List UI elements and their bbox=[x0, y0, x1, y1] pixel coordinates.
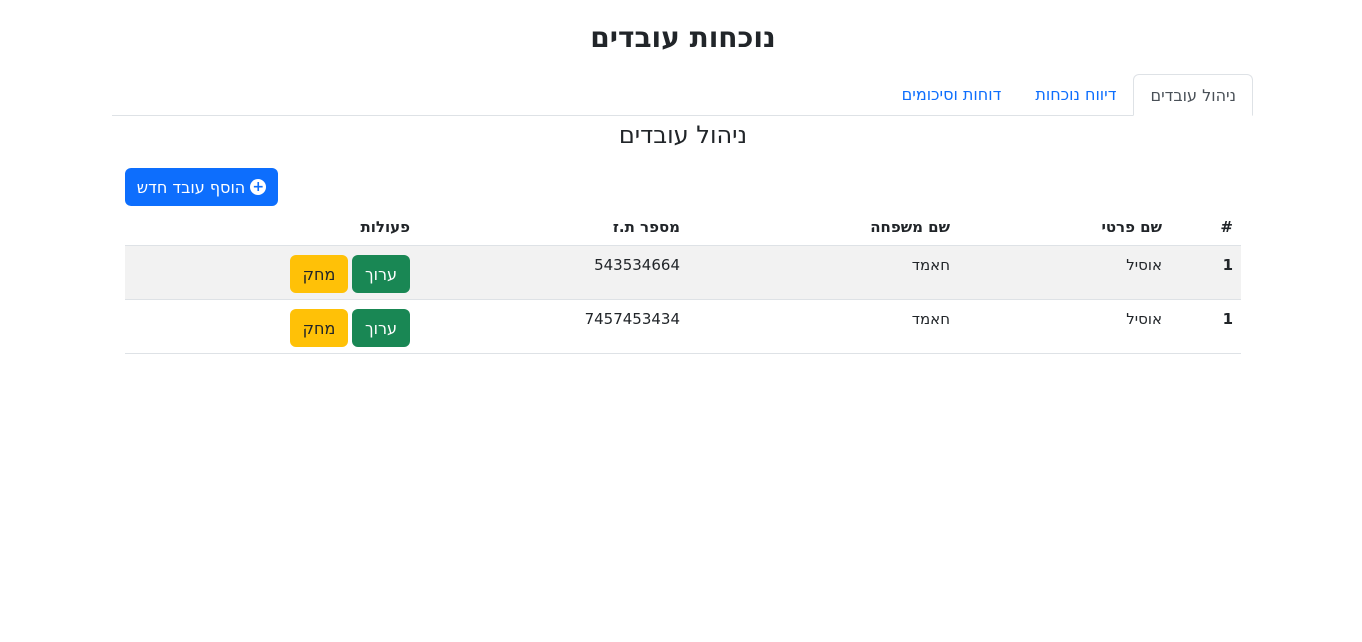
header-actions: פעולות bbox=[125, 209, 418, 246]
tab-employee-management[interactable]: ניהול עובדים bbox=[1133, 74, 1253, 116]
add-employee-label: הוסף עובד חדש bbox=[136, 177, 246, 197]
tab-bar: ניהול עובדים דיווח נוכחות דוחות וסיכומים bbox=[112, 74, 1253, 116]
plus-circle-icon: + bbox=[250, 179, 267, 195]
edit-button[interactable]: ערוך bbox=[352, 255, 410, 293]
header-last-name: שם משפחה bbox=[688, 209, 958, 246]
header-first-name: שם פרטי bbox=[958, 209, 1170, 246]
table-row: 1 אוסיל חאמד 543534664 ערוך מחק bbox=[125, 245, 1241, 300]
cell-id-number: 7457453434 bbox=[418, 299, 688, 354]
section-title: ניהול עובדים bbox=[618, 121, 748, 149]
cell-num: 1 bbox=[1170, 299, 1241, 354]
page-title: נוכחות עובדים bbox=[590, 21, 776, 54]
employees-table: # שם פרטי שם משפחה מספר ת.ז פעולות 1 אוס… bbox=[125, 209, 1241, 354]
cell-first-name: אוסיל bbox=[958, 245, 1170, 300]
tab-attendance-report[interactable]: דיווח נוכחות bbox=[1018, 74, 1133, 115]
page: נוכחות עובדים ניהול עובדים דיווח נוכחות … bbox=[0, 0, 1362, 642]
cell-actions: ערוך מחק bbox=[125, 245, 418, 300]
table-row: 1 אוסיל חאמד 7457453434 ערוך מחק bbox=[125, 299, 1241, 354]
add-employee-button[interactable]: + הוסף עובד חדש bbox=[125, 168, 278, 206]
cell-first-name: אוסיל bbox=[958, 299, 1170, 354]
edit-button[interactable]: ערוך bbox=[352, 309, 410, 347]
table-header-row: # שם פרטי שם משפחה מספר ת.ז פעולות bbox=[125, 209, 1241, 246]
cell-last-name: חאמד bbox=[688, 299, 958, 354]
cell-num: 1 bbox=[1170, 245, 1241, 300]
cell-id-number: 543534664 bbox=[418, 245, 688, 300]
tab-reports-summaries[interactable]: דוחות וסיכומים bbox=[885, 74, 1019, 115]
cell-last-name: חאמד bbox=[688, 245, 958, 300]
header-id-number: מספר ת.ז bbox=[418, 209, 688, 246]
cell-actions: ערוך מחק bbox=[125, 299, 418, 354]
delete-button[interactable]: מחק bbox=[290, 255, 348, 293]
delete-button[interactable]: מחק bbox=[290, 309, 348, 347]
header-num: # bbox=[1170, 209, 1241, 246]
